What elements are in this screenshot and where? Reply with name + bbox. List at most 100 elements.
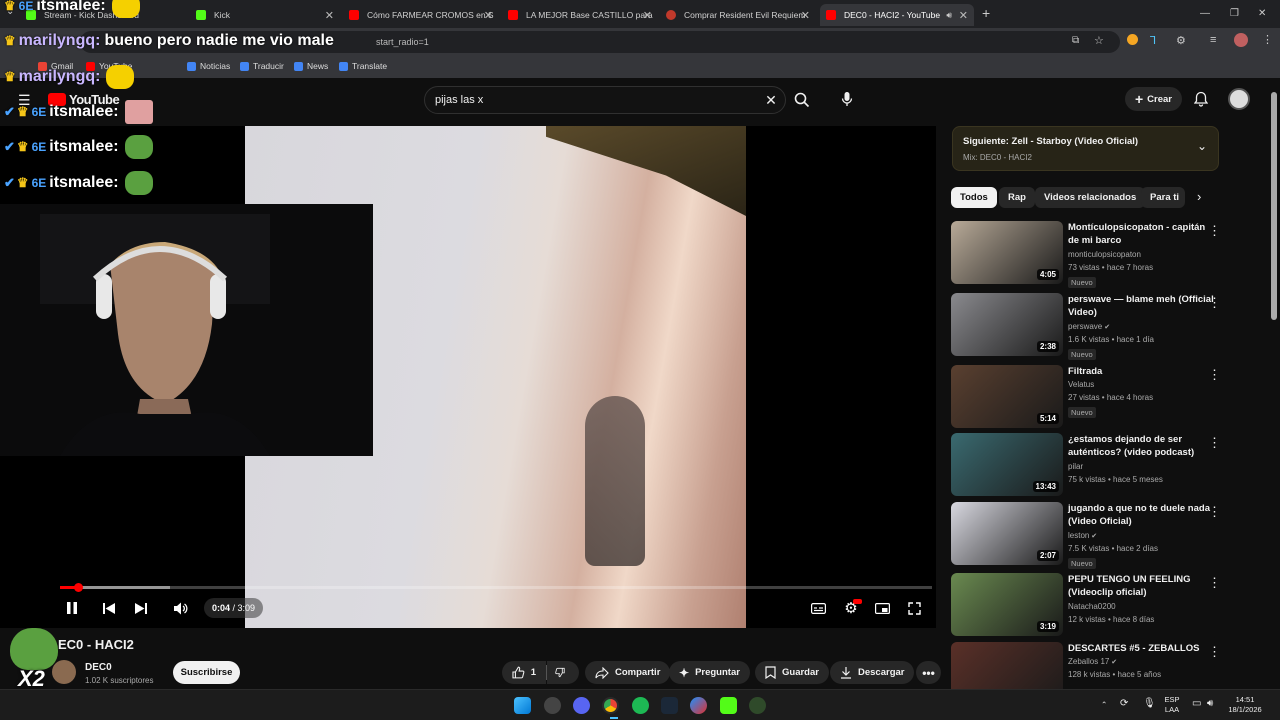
search-button[interactable] [791, 89, 813, 111]
settings-button[interactable]: ⚙ [841, 598, 862, 618]
more-actions-button[interactable]: ••• [916, 661, 941, 684]
close-icon[interactable]: ✕ [801, 9, 810, 22]
tab-dec0-youtube[interactable]: DEC0 - HACI2 - YouTube 🔊︎ ✕ [820, 4, 974, 26]
bookmark-noticias[interactable]: Noticias [187, 61, 230, 71]
pause-button[interactable] [64, 598, 80, 618]
chevron-down-icon[interactable]: ⌄ [1197, 139, 1207, 153]
channel-avatar[interactable] [52, 660, 76, 684]
like-button[interactable]: 1 [502, 661, 546, 684]
more-vertical-icon[interactable]: ⋮ [1208, 223, 1221, 239]
obs-icon[interactable] [544, 697, 561, 714]
chrome-icon[interactable] [602, 697, 619, 714]
up-next-panel[interactable]: Siguiente: Zell - Starboy (Video Oficial… [952, 126, 1219, 171]
recommendation-title[interactable]: ¿estamos dejando de ser auténticos? (vid… [1068, 433, 1218, 459]
next-button[interactable] [133, 598, 149, 618]
previous-button[interactable] [101, 598, 117, 618]
more-vertical-icon[interactable]: ⋮ [1208, 504, 1221, 520]
steam-icon[interactable] [661, 697, 678, 714]
spotify-icon[interactable] [632, 697, 649, 714]
recommendation-item[interactable]: 3:19 PEPU TENGO UN FEELING (Videoclip ofi… [951, 573, 1251, 638]
recommendation-item[interactable]: 5:14 Filtrada Velatus 27 vistas • hace 4 ho… [951, 365, 1251, 430]
dislike-button[interactable] [547, 661, 579, 684]
chevron-right-icon[interactable]: › [1197, 189, 1201, 204]
recommendation-channel[interactable]: monticulopsicopaton [1068, 250, 1141, 259]
mute-button[interactable] [172, 598, 190, 618]
create-button[interactable]: + Crear [1125, 87, 1182, 111]
close-icon[interactable]: ✕ [484, 9, 493, 22]
maximize-icon[interactable]: ❐ [1230, 8, 1239, 19]
discord-icon[interactable] [573, 697, 590, 714]
chip-videos-relacionados[interactable]: Videos relacionados [1035, 187, 1146, 208]
close-icon[interactable]: ✕ [643, 9, 652, 22]
more-vertical-icon[interactable]: ⋮ [1208, 644, 1221, 660]
video-thumbnail[interactable]: 2:07 [951, 502, 1063, 565]
more-vertical-icon[interactable]: ⋮ [1208, 295, 1221, 311]
more-vertical-icon[interactable]: ⋮ [1208, 435, 1221, 451]
video-thumbnail[interactable]: 4:05 [951, 221, 1063, 284]
share-button[interactable]: Compartir [585, 661, 671, 684]
extension-icon[interactable] [1127, 34, 1138, 45]
recommendation-channel[interactable]: leston ✔ [1068, 531, 1097, 540]
extensions-puzzle-icon[interactable]: ⚙ [1176, 34, 1186, 47]
translate-extension-icon[interactable]: Ꞁ [1150, 34, 1156, 47]
video-thumbnail[interactable]: 13:43 [951, 433, 1063, 496]
recommendation-channel[interactable]: perswave ✔ [1068, 322, 1110, 331]
more-vertical-icon[interactable]: ⋮ [1208, 575, 1221, 591]
tab-resident-evil[interactable]: Comprar Resident Evil Requiem ✕ [660, 4, 816, 26]
close-icon[interactable]: ✕ [325, 9, 334, 22]
more-vertical-icon[interactable]: ⋮ [1208, 367, 1221, 383]
bookmark-translate[interactable]: Translate [339, 61, 387, 71]
video-thumbnail[interactable]: 5:14 [951, 365, 1063, 428]
tray-mic-icon[interactable]: 🎙︎ [1143, 699, 1156, 709]
chrome-menu-icon[interactable]: ⋮ [1262, 33, 1273, 46]
recommendation-channel[interactable]: Velatus [1068, 380, 1094, 389]
recommendation-title[interactable]: PEPU TENGO UN FEELING (Videoclip oficial… [1068, 573, 1218, 599]
video-thumbnail[interactable]: 3:19 [951, 573, 1063, 636]
bookmark-traducir[interactable]: Traducir [240, 61, 284, 71]
clear-search-icon[interactable]: ✕ [762, 90, 780, 110]
chip-para-ti[interactable]: Para ti [1141, 187, 1185, 208]
search-input[interactable]: pijas las x [424, 86, 786, 114]
new-tab-icon[interactable]: + [982, 5, 990, 21]
recommendation-channel[interactable]: Natacha0200 [1068, 602, 1116, 611]
subtitles-button[interactable] [809, 598, 827, 618]
recommendation-item[interactable]: 2:38 perswave — blame meh (Official Video… [951, 293, 1251, 360]
profile-avatar[interactable] [1234, 33, 1248, 47]
audio-playing-icon[interactable]: 🔊︎ [946, 10, 952, 21]
miniplayer-button[interactable] [873, 598, 891, 618]
recommendation-item[interactable]: 4:05 Montículopsicopaton - capitán de mi … [951, 221, 1251, 288]
recommendation-channel[interactable]: pilar [1068, 462, 1083, 471]
subscribe-button[interactable]: Suscribirse [173, 661, 240, 684]
recommendation-channel[interactable]: Zeballos 17 ✔ [1068, 657, 1117, 666]
recommendation-title[interactable]: DESCARTES #5 - ZEBALLOS [1068, 642, 1218, 655]
voice-search-button[interactable] [836, 88, 858, 110]
language-indicator[interactable]: ESP LAA [1160, 695, 1184, 715]
tab-farmear-cromos[interactable]: Cómo FARMEAR CROMOS en S ✕ [343, 4, 499, 26]
tray-overflow-icon[interactable]: ⌃ [1101, 700, 1107, 710]
progress-bar[interactable] [60, 586, 932, 589]
volume-tray-icon[interactable]: 🔊︎ [1207, 699, 1213, 709]
bookmark-news[interactable]: News [294, 61, 328, 71]
opera-icon[interactable] [690, 697, 707, 714]
fullscreen-button[interactable] [905, 598, 923, 618]
bookmark-star-icon[interactable]: ☆ [1094, 34, 1104, 47]
tray-sync-icon[interactable]: ⟳ [1120, 699, 1128, 709]
clock[interactable]: 14:51 18/1/2026 [1222, 695, 1268, 715]
chip-todos[interactable]: Todos [951, 187, 997, 208]
recommendation-title[interactable]: Montículopsicopaton - capitán de mi barc… [1068, 221, 1218, 247]
app-icon[interactable] [749, 697, 766, 714]
download-button[interactable]: Descargar [830, 661, 915, 684]
account-avatar[interactable] [1228, 88, 1250, 110]
tab-kick[interactable]: Kick ✕ [190, 4, 340, 26]
recommendation-item[interactable]: 2:07 jugando a que no te duele nada (Vide… [951, 502, 1251, 569]
close-icon[interactable]: ✕ [959, 9, 968, 22]
save-button[interactable]: Guardar [755, 661, 829, 684]
channel-name[interactable]: DEC0 [85, 662, 112, 673]
recommendation-item[interactable]: 13:43 ¿estamos dejando de ser auténticos?… [951, 433, 1251, 498]
chip-rap[interactable]: Rap [999, 187, 1035, 208]
close-window-icon[interactable]: ✕ [1258, 8, 1266, 19]
recommendation-title[interactable]: perswave — blame meh (Official Video) [1068, 293, 1218, 319]
network-icon[interactable]: ▭ [1192, 699, 1201, 709]
recommendation-title[interactable]: jugando a que no te duele nada (Video Of… [1068, 502, 1218, 528]
install-app-icon[interactable]: ⧉ [1072, 35, 1079, 46]
